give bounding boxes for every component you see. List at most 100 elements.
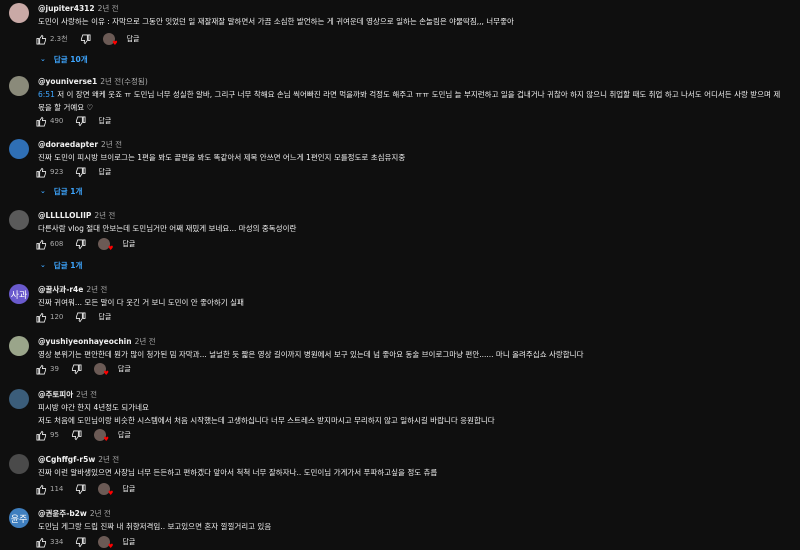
replies-count: 답글 1개 (53, 186, 83, 196)
comment-actions: 608 ♥ 답글 (36, 237, 135, 252)
avatar[interactable] (9, 210, 29, 230)
author-name[interactable]: @jupiter4312 (38, 4, 95, 13)
comment-time[interactable]: 2년 전 (86, 285, 107, 294)
comment-time[interactable]: 2년 전(수정됨) (100, 77, 148, 86)
comment-text: 도민이 사랑하는 이유 : 자막으로 그동안 잇었던 일 재잘재잘 말하면서 가… (38, 17, 514, 26)
like-icon[interactable] (36, 364, 47, 375)
comment-header: @LLLLLOLIIP 2년 전 (38, 210, 115, 221)
show-replies-button[interactable]: ⌄ 답글 1개 (38, 258, 82, 272)
comment-time[interactable]: 2년 전 (76, 390, 97, 399)
avatar[interactable]: 사과 (9, 284, 29, 304)
comment-actions: 923 답글 (36, 165, 111, 179)
avatar[interactable]: 윤주 (9, 508, 29, 528)
creator-heart-icon: ♥ (93, 429, 109, 443)
author-name[interactable]: @권윤주-b2w (38, 509, 87, 518)
like-count: 120 (50, 313, 64, 321)
comment-header: @Cghffgf-r5w 2년 전 (38, 454, 119, 465)
author-name[interactable]: @LLLLLOLIIP (38, 211, 91, 220)
author-name[interactable]: @꿀사과-r4e (38, 285, 83, 294)
avatar[interactable] (9, 139, 29, 159)
reply-button[interactable]: 답글 (118, 364, 131, 374)
like-count: 608 (50, 240, 64, 248)
dislike-icon[interactable] (71, 364, 82, 375)
like-icon[interactable] (36, 116, 47, 127)
comment-text: 진짜 귀여워... 모든 말이 다 웃긴 거 보니 도민이 안 좋아하기 실패 (38, 298, 244, 307)
like-icon[interactable] (36, 484, 47, 495)
comment-header: @jupiter4312 2년 전 (38, 3, 119, 14)
chevron-down-icon: ⌄ (40, 261, 46, 269)
author-name[interactable]: @doraedapter (38, 140, 98, 149)
dislike-icon[interactable] (75, 239, 86, 250)
comment-actions: 39 ♥ 답글 (36, 362, 131, 377)
replies-count: 답글 1개 (53, 260, 83, 270)
comment-text: 다른사람 vlog 절대 안보는데 도민님거만 어째 재밌게 보네요... 마성… (38, 224, 297, 233)
comment-header: @권윤주-b2w 2년 전 (38, 508, 111, 519)
like-count: 2.3천 (50, 35, 68, 43)
dislike-icon[interactable] (75, 116, 86, 127)
reply-button[interactable]: 답글 (98, 312, 111, 322)
comment-text: 영상 분위기는 편안한데 뭔가 많이 청가된 밈 자막과... 널널한 듯 짧은… (38, 350, 584, 359)
comment-actions: 114 ♥ 답글 (36, 482, 135, 497)
avatar[interactable] (9, 3, 29, 23)
replies-count: 답글 10개 (53, 54, 88, 64)
comment-text: 도민님 게그랑 드립 진짜 내 취향저격임.. 보고있으면 혼자 낄낄거리고 있… (38, 522, 272, 531)
comment-text: 진짜 이런 알바생있으면 사장님 너무 든든하고 편하겠다 앞아서 척척 너무 … (38, 468, 438, 477)
timestamp-link[interactable]: 6:51 (38, 90, 55, 99)
dislike-icon[interactable] (75, 484, 86, 495)
dislike-icon[interactable] (71, 430, 82, 441)
author-name[interactable]: @주토피아 (38, 390, 73, 399)
like-icon[interactable] (36, 239, 47, 250)
reply-button[interactable]: 답글 (98, 167, 111, 177)
reply-button[interactable]: 답글 (127, 34, 140, 44)
like-icon[interactable] (36, 430, 47, 441)
like-count: 95 (50, 431, 59, 439)
comment-time[interactable]: 2년 전 (94, 211, 115, 220)
reply-button[interactable]: 답글 (122, 239, 135, 249)
like-count: 490 (50, 117, 64, 125)
reply-button[interactable]: 답글 (118, 430, 131, 440)
like-icon[interactable] (36, 34, 47, 45)
author-name[interactable]: @Cghffgf-r5w (38, 455, 95, 464)
like-count: 334 (50, 538, 64, 546)
dislike-icon[interactable] (75, 312, 86, 323)
comment-actions: 490 답글 (36, 114, 111, 128)
dislike-icon[interactable] (75, 537, 86, 548)
comment-actions: 2.3천 ♥ 답글 (36, 32, 140, 47)
comment-text: 피시방 야간 한지 4년정도 되가네요 저도 처음에 도민님이랑 비슷한 시스템… (38, 403, 495, 425)
avatar[interactable] (9, 389, 29, 409)
avatar[interactable] (9, 454, 29, 474)
comment-time[interactable]: 2년 전 (98, 4, 119, 13)
comment-header: @주토피아 2년 전 (38, 389, 97, 400)
dislike-icon[interactable] (75, 167, 86, 178)
show-replies-button[interactable]: ⌄ 답글 10개 (38, 52, 88, 66)
reply-button[interactable]: 답글 (122, 484, 135, 494)
comment-header: @꿀사과-r4e 2년 전 (38, 284, 107, 295)
comment-actions: 120 답글 (36, 310, 111, 324)
like-icon[interactable] (36, 312, 47, 323)
author-name[interactable]: @youniverse1 (38, 77, 97, 86)
comment-time[interactable]: 2년 전 (98, 455, 119, 464)
comment-time[interactable]: 2년 전 (135, 337, 156, 346)
comment-actions: 95 ♥ 답글 (36, 428, 131, 443)
comment-time[interactable]: 2년 전 (101, 140, 122, 149)
comment-actions: 334 ♥ 답글 (36, 535, 135, 550)
comment-body: 저 이 장면 왜케 웃죠 ㅠ 도민님 너무 성실한 알바, 그리구 너무 착해요… (38, 90, 781, 112)
dislike-icon[interactable] (80, 34, 91, 45)
like-icon[interactable] (36, 167, 47, 178)
show-replies-button[interactable]: ⌄ 답글 1개 (38, 184, 82, 198)
avatar[interactable] (9, 76, 29, 96)
author-name[interactable]: @yushiyeonhayeochin (38, 337, 132, 346)
avatar[interactable] (9, 336, 29, 356)
like-count: 39 (50, 365, 59, 373)
reply-button[interactable]: 답글 (122, 537, 135, 547)
comment-text: 진짜 도민이 피시방 브이로그는 1편을 봐도 끝편을 봐도 똑같아서 제목 안… (38, 153, 406, 162)
creator-heart-icon: ♥ (98, 536, 113, 550)
reply-button[interactable]: 답글 (98, 116, 111, 126)
creator-heart-icon: ♥ (98, 483, 113, 497)
like-icon[interactable] (36, 537, 47, 548)
creator-heart-icon: ♥ (102, 33, 118, 47)
comment-time[interactable]: 2년 전 (90, 509, 111, 518)
like-count: 114 (50, 485, 64, 493)
comment-header: @youniverse1 2년 전(수정됨) (38, 76, 148, 87)
creator-heart-icon: ♥ (98, 238, 113, 252)
